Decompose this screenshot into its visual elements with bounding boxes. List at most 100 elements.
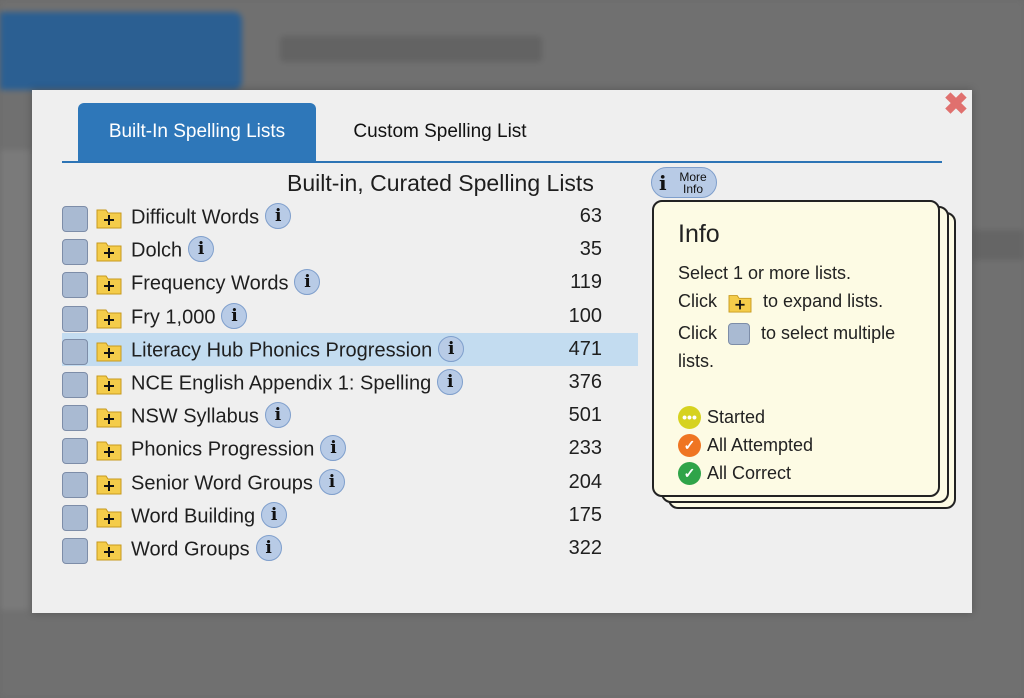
word-count: 204 xyxy=(568,470,602,493)
background-element xyxy=(972,230,1024,260)
info-icon[interactable]: i xyxy=(188,236,215,263)
list-item[interactable]: Word Building i 175 xyxy=(62,499,638,532)
legend-all-correct: ✓ All Correct xyxy=(678,461,791,486)
list-item[interactable]: Frequency Words i 119 xyxy=(62,266,638,299)
list-name: Word Building i xyxy=(131,501,288,530)
info-icon[interactable]: i xyxy=(221,302,248,329)
info-icon[interactable]: i xyxy=(438,335,465,362)
legend-label: All Correct xyxy=(707,463,792,483)
folder-plus-icon[interactable] xyxy=(96,404,122,428)
tab-custom-spelling-list[interactable]: Custom Spelling List xyxy=(322,103,558,161)
background-button xyxy=(0,12,242,90)
word-count: 63 xyxy=(579,205,602,227)
select-checkbox[interactable] xyxy=(62,239,88,266)
tab-built-in-spelling-lists[interactable]: Built-In Spelling Lists xyxy=(78,103,316,161)
list-item[interactable]: Dolch i 35 xyxy=(62,233,638,266)
list-name-text: Frequency Words xyxy=(131,272,289,295)
more-info-label: More Info xyxy=(679,170,707,196)
list-item[interactable]: Phonics Progression i 233 xyxy=(62,432,638,465)
word-count: 233 xyxy=(568,437,602,460)
section-heading: Built-in, Curated Spelling Lists xyxy=(287,170,594,196)
folder-plus-icon[interactable] xyxy=(96,271,122,295)
word-count: 501 xyxy=(568,404,602,427)
list-item[interactable]: Word Groups i 322 xyxy=(62,532,638,565)
spelling-list-dialog: ✖ Built-In Spelling Lists Custom Spellin… xyxy=(32,90,972,613)
legend-started: ••• Started xyxy=(678,405,765,430)
select-checkbox[interactable] xyxy=(62,338,88,365)
info-panel-card: Info Select 1 or more lists. Click to ex… xyxy=(652,200,940,497)
list-name: Word Groups i xyxy=(131,535,282,563)
folder-plus-icon[interactable] xyxy=(96,205,122,229)
list-name: Literacy Hub Phonics Progression i xyxy=(131,335,465,364)
info-text: to expand lists. xyxy=(763,291,884,311)
list-name: Frequency Words i xyxy=(131,269,321,297)
folder-plus-icon[interactable] xyxy=(96,471,122,495)
info-icon[interactable]: i xyxy=(437,369,464,395)
folder-plus-icon[interactable] xyxy=(96,437,122,461)
word-count: 35 xyxy=(579,238,602,261)
select-checkbox[interactable] xyxy=(62,504,88,531)
folder-plus-icon[interactable] xyxy=(96,537,122,561)
close-icon[interactable]: ✖ xyxy=(942,90,970,120)
checkbox-icon xyxy=(728,323,751,346)
list-name: Senior Word Groups i xyxy=(131,468,345,497)
legend-label: Started xyxy=(707,407,766,427)
select-checkbox[interactable] xyxy=(62,206,88,232)
list-item[interactable]: Difficult Words i 63 xyxy=(62,200,638,233)
word-count: 322 xyxy=(568,537,602,559)
select-checkbox[interactable] xyxy=(62,372,88,398)
select-checkbox[interactable] xyxy=(62,305,88,332)
started-icon: ••• xyxy=(678,405,701,429)
info-icon[interactable]: i xyxy=(318,468,345,495)
select-checkbox[interactable] xyxy=(62,438,88,465)
info-text: Click xyxy=(678,291,717,311)
list-name-text: Dolch xyxy=(131,239,183,262)
info-icon[interactable]: i xyxy=(320,435,347,462)
list-name: NCE English Appendix 1: Spelling i xyxy=(131,369,464,397)
select-checkbox[interactable] xyxy=(62,405,88,432)
select-checkbox[interactable] xyxy=(62,272,88,299)
list-item[interactable]: NCE English Appendix 1: Spelling i 376 xyxy=(62,366,638,399)
word-count: 119 xyxy=(570,271,602,294)
legend-all-attempted: ✓ All Attempted xyxy=(678,433,813,458)
info-icon[interactable]: i xyxy=(261,501,288,528)
attempted-icon: ✓ xyxy=(678,433,701,457)
legend-label: All Attempted xyxy=(707,435,814,455)
info-icon[interactable]: i xyxy=(265,203,292,229)
folder-plus-icon[interactable] xyxy=(96,238,122,262)
more-info-button[interactable]: i More Info xyxy=(651,167,717,198)
list-item[interactable]: Literacy Hub Phonics Progression i 471 xyxy=(62,332,638,366)
select-checkbox[interactable] xyxy=(62,471,88,498)
list-name-text: NSW Syllabus xyxy=(131,405,259,428)
folder-plus-icon[interactable] xyxy=(96,371,122,395)
folder-plus-icon[interactable] xyxy=(96,338,122,362)
word-count: 471 xyxy=(568,337,602,360)
info-text: Click xyxy=(678,323,717,343)
info-panel: Info Select 1 or more lists. Click to ex… xyxy=(652,200,962,515)
list-name-text: Word Building xyxy=(131,505,256,528)
list-name: Dolch i xyxy=(131,236,215,264)
list-name-text: NCE English Appendix 1: Spelling xyxy=(131,372,432,395)
info-icon[interactable]: i xyxy=(264,402,291,429)
info-icon[interactable]: i xyxy=(294,269,321,296)
list-name-text: Phonics Progression xyxy=(131,438,315,461)
correct-icon: ✓ xyxy=(678,461,701,485)
info-icon[interactable]: i xyxy=(255,535,282,561)
list-name-text: Fry 1,000 xyxy=(131,305,216,328)
list-name: Phonics Progression i xyxy=(131,435,347,463)
folder-plus-icon[interactable] xyxy=(96,305,122,329)
background-title xyxy=(280,36,542,62)
list-item[interactable]: Fry 1,000 i 100 xyxy=(62,300,638,333)
select-checkbox[interactable] xyxy=(62,538,88,564)
word-count: 100 xyxy=(568,304,602,327)
info-instruction: Select 1 or more lists. xyxy=(678,263,852,283)
info-instruction: Click to expand lists. xyxy=(678,288,883,314)
background-sidebar xyxy=(0,150,32,610)
list-name-text: Word Groups xyxy=(131,538,250,561)
folder-plus-icon[interactable] xyxy=(96,504,122,528)
list-item[interactable]: NSW Syllabus i 501 xyxy=(62,399,638,432)
list-name-text: Difficult Words xyxy=(131,206,260,229)
info-instruction: Click to select multiple xyxy=(678,320,895,346)
info-icon: i xyxy=(659,171,667,195)
list-item[interactable]: Senior Word Groups i 204 xyxy=(62,466,638,499)
